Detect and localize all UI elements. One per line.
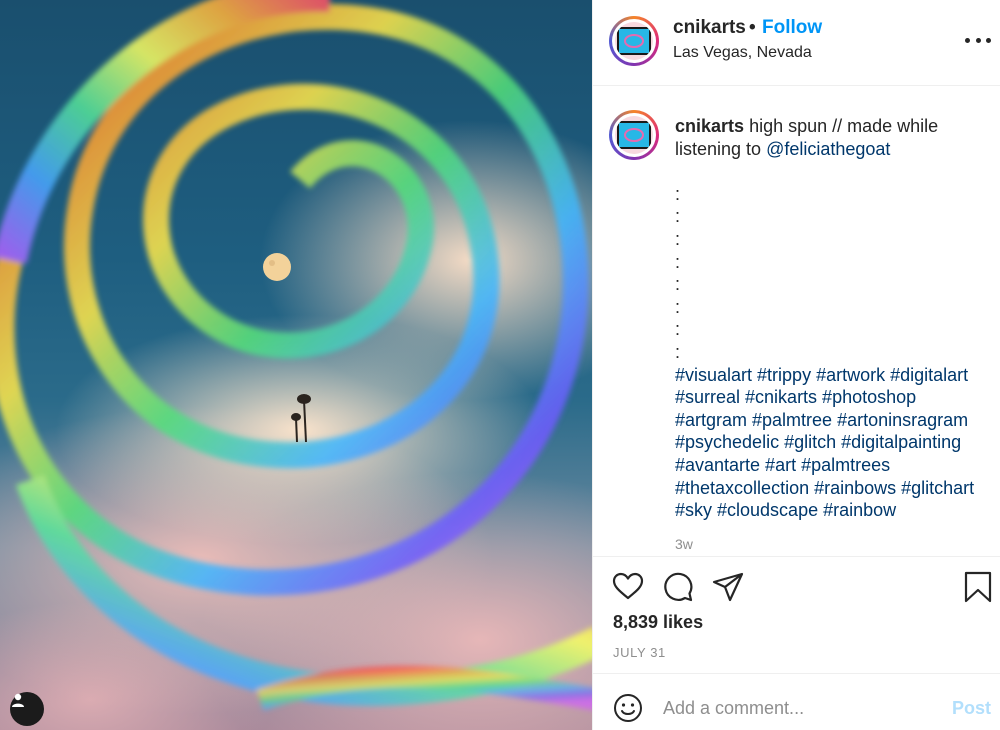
tagged-users-button[interactable] (10, 692, 44, 726)
rainbow-spiral-artwork (0, 0, 592, 711)
post-comment-button[interactable]: Post (952, 698, 991, 719)
avatar[interactable] (609, 16, 659, 66)
post-image[interactable] (0, 0, 592, 730)
more-options-icon[interactable] (965, 30, 991, 50)
comment-input[interactable] (663, 694, 933, 722)
paper-plane-icon[interactable] (712, 571, 744, 603)
comments-area[interactable]: cnikarts high spun // made while listeni… (593, 86, 1000, 556)
post-details-panel: cnikarts • Follow Las Vegas, Nevada cnik… (592, 0, 1000, 730)
caption-hashtags[interactable]: #visualart #trippy #artwork #digitalart … (675, 365, 974, 521)
moon (263, 253, 291, 281)
add-comment-bar: Post (593, 673, 1000, 730)
caption-avatar[interactable] (609, 110, 659, 160)
smiley-icon[interactable] (613, 693, 643, 723)
separator-dot: • (749, 17, 756, 38)
caption-username[interactable]: cnikarts (675, 116, 744, 136)
avatar-icon (617, 27, 651, 55)
comment-icon[interactable] (662, 571, 694, 603)
post-date: JULY 31 (613, 645, 666, 660)
avatar-icon (617, 121, 651, 149)
caption-dots: : : : : : : : : (675, 183, 681, 362)
bookmark-icon[interactable] (963, 571, 993, 603)
location-link[interactable]: Las Vegas, Nevada (673, 44, 812, 62)
post-caption: cnikarts high spun // made while listeni… (675, 115, 991, 522)
caption-mention[interactable]: @feliciathegoat (766, 139, 890, 159)
user-icon (12, 693, 24, 707)
time-ago: 3w (675, 536, 693, 552)
palm-trees (291, 394, 311, 443)
header-username[interactable]: cnikarts (673, 17, 746, 39)
action-bar: 8,839 likes JULY 31 (593, 556, 1000, 673)
post-header: cnikarts • Follow Las Vegas, Nevada (593, 0, 1000, 86)
heart-icon[interactable] (612, 571, 644, 603)
follow-button[interactable]: Follow (762, 17, 822, 39)
likes-count[interactable]: 8,839 likes (613, 612, 703, 633)
